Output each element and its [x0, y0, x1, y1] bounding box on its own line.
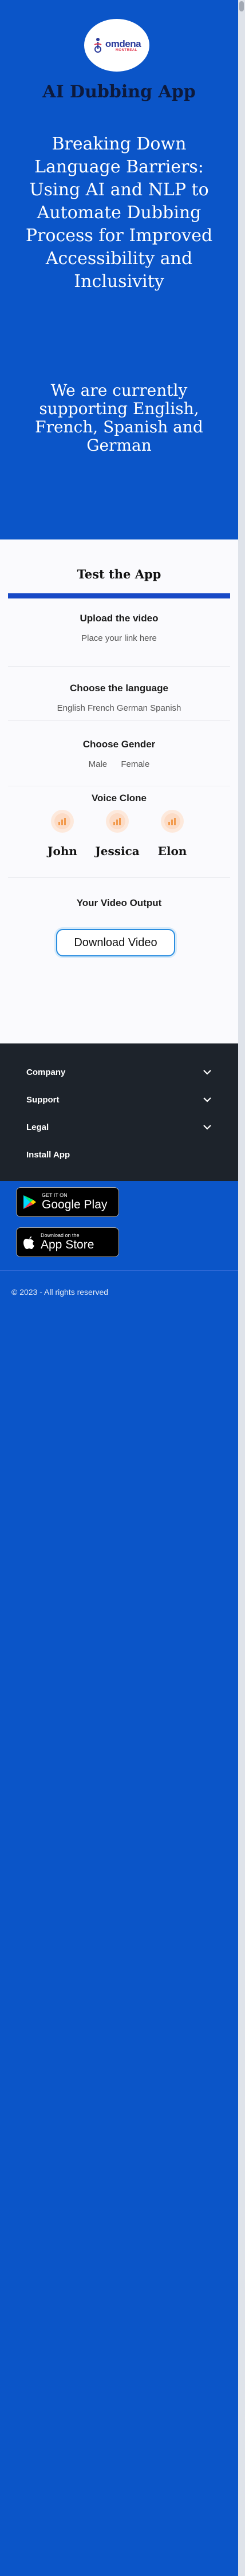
bar-chart-icon — [58, 818, 66, 825]
bar-chart-icon — [113, 818, 121, 825]
download-video-button[interactable]: Download Video — [56, 929, 175, 956]
apple-icon — [23, 1236, 34, 1249]
app-store-label: App Store — [41, 1238, 94, 1251]
language-title: Choose the language — [70, 683, 168, 694]
accent-bar — [8, 593, 230, 598]
omdena-logo: omdena MONTREAL — [84, 19, 149, 72]
footer-item-install-app[interactable]: Install App — [26, 1147, 212, 1162]
voice-option-jessica[interactable]: Jessica — [92, 810, 143, 858]
logo-wordmark: omdena — [105, 38, 141, 49]
divider — [8, 720, 230, 721]
chevron-down-icon — [203, 1124, 212, 1130]
footer-nav: Company Support Legal Install App — [0, 1043, 238, 1181]
app-title: AI Dubbing App — [42, 82, 196, 102]
voice-badge — [106, 810, 129, 833]
chevron-down-icon — [203, 1097, 212, 1102]
footer-item-company[interactable]: Company — [26, 1065, 212, 1080]
footer-item-label: Company — [26, 1067, 66, 1077]
test-app-title: Test the App — [77, 567, 161, 581]
output-card: Your Video Output — [8, 897, 230, 909]
gender-option-female[interactable]: Female — [121, 759, 149, 769]
bar-chart-icon — [168, 818, 176, 825]
voice-name: Jessica — [95, 844, 140, 858]
upload-title: Upload the video — [80, 613, 159, 624]
divider — [8, 877, 230, 878]
google-play-label: Google Play — [42, 1198, 108, 1211]
voice-badge — [51, 810, 74, 833]
test-app-section: Test the App Upload the video Place your… — [0, 539, 238, 1043]
gender-options: Male Female — [8, 759, 230, 769]
gender-title: Choose Gender — [82, 739, 156, 750]
video-link-input[interactable]: Place your link here — [8, 633, 230, 643]
voice-option-john[interactable]: John — [37, 810, 88, 858]
footer-item-support[interactable]: Support — [26, 1092, 212, 1107]
output-title: Your Video Output — [76, 897, 162, 908]
page: omdena MONTREAL AI Dubbing App Breaking … — [0, 0, 238, 2576]
logo-subtitle: MONTREAL — [115, 48, 137, 52]
upload-card: Upload the video Place your link here — [8, 613, 230, 643]
footer-item-label: Install App — [26, 1149, 70, 1160]
gender-card: Choose Gender Male Female — [8, 739, 230, 769]
language-select[interactable]: English French German Spanish — [8, 703, 230, 713]
voice-clone-card: Voice Clone — [8, 793, 230, 804]
voice-badge — [161, 810, 184, 833]
hero-heading: Breaking Down Language Barriers: Using A… — [25, 134, 213, 292]
voice-name: Elon — [157, 844, 187, 858]
chevron-down-icon — [203, 1069, 212, 1075]
app-store-button[interactable]: Download on the App Store — [16, 1227, 119, 1257]
voice-option-elon[interactable]: Elon — [147, 810, 198, 858]
copyright-text: © 2023 - All rights reserved — [11, 1287, 109, 1297]
voice-name: John — [48, 844, 77, 858]
language-card: Choose the language English French Germa… — [8, 683, 230, 713]
footer-item-legal[interactable]: Legal — [26, 1120, 212, 1135]
gender-option-male[interactable]: Male — [89, 759, 108, 769]
footer-item-label: Legal — [26, 1122, 49, 1132]
voice-clone-title: Voice Clone — [91, 793, 147, 803]
google-play-icon — [23, 1195, 36, 1209]
footer-divider — [0, 1270, 238, 1271]
omdena-mark-icon — [94, 38, 102, 53]
languages-note: We are currently supporting English, Fre… — [35, 381, 203, 455]
footer-item-label: Support — [26, 1094, 60, 1105]
google-play-button[interactable]: GET IT ON Google Play — [16, 1187, 119, 1217]
scrollbar-thumb[interactable] — [239, 1, 244, 11]
divider — [8, 666, 230, 667]
vertical-scrollbar[interactable] — [238, 0, 245, 2576]
voice-list: John Jessica Elon — [0, 810, 238, 873]
